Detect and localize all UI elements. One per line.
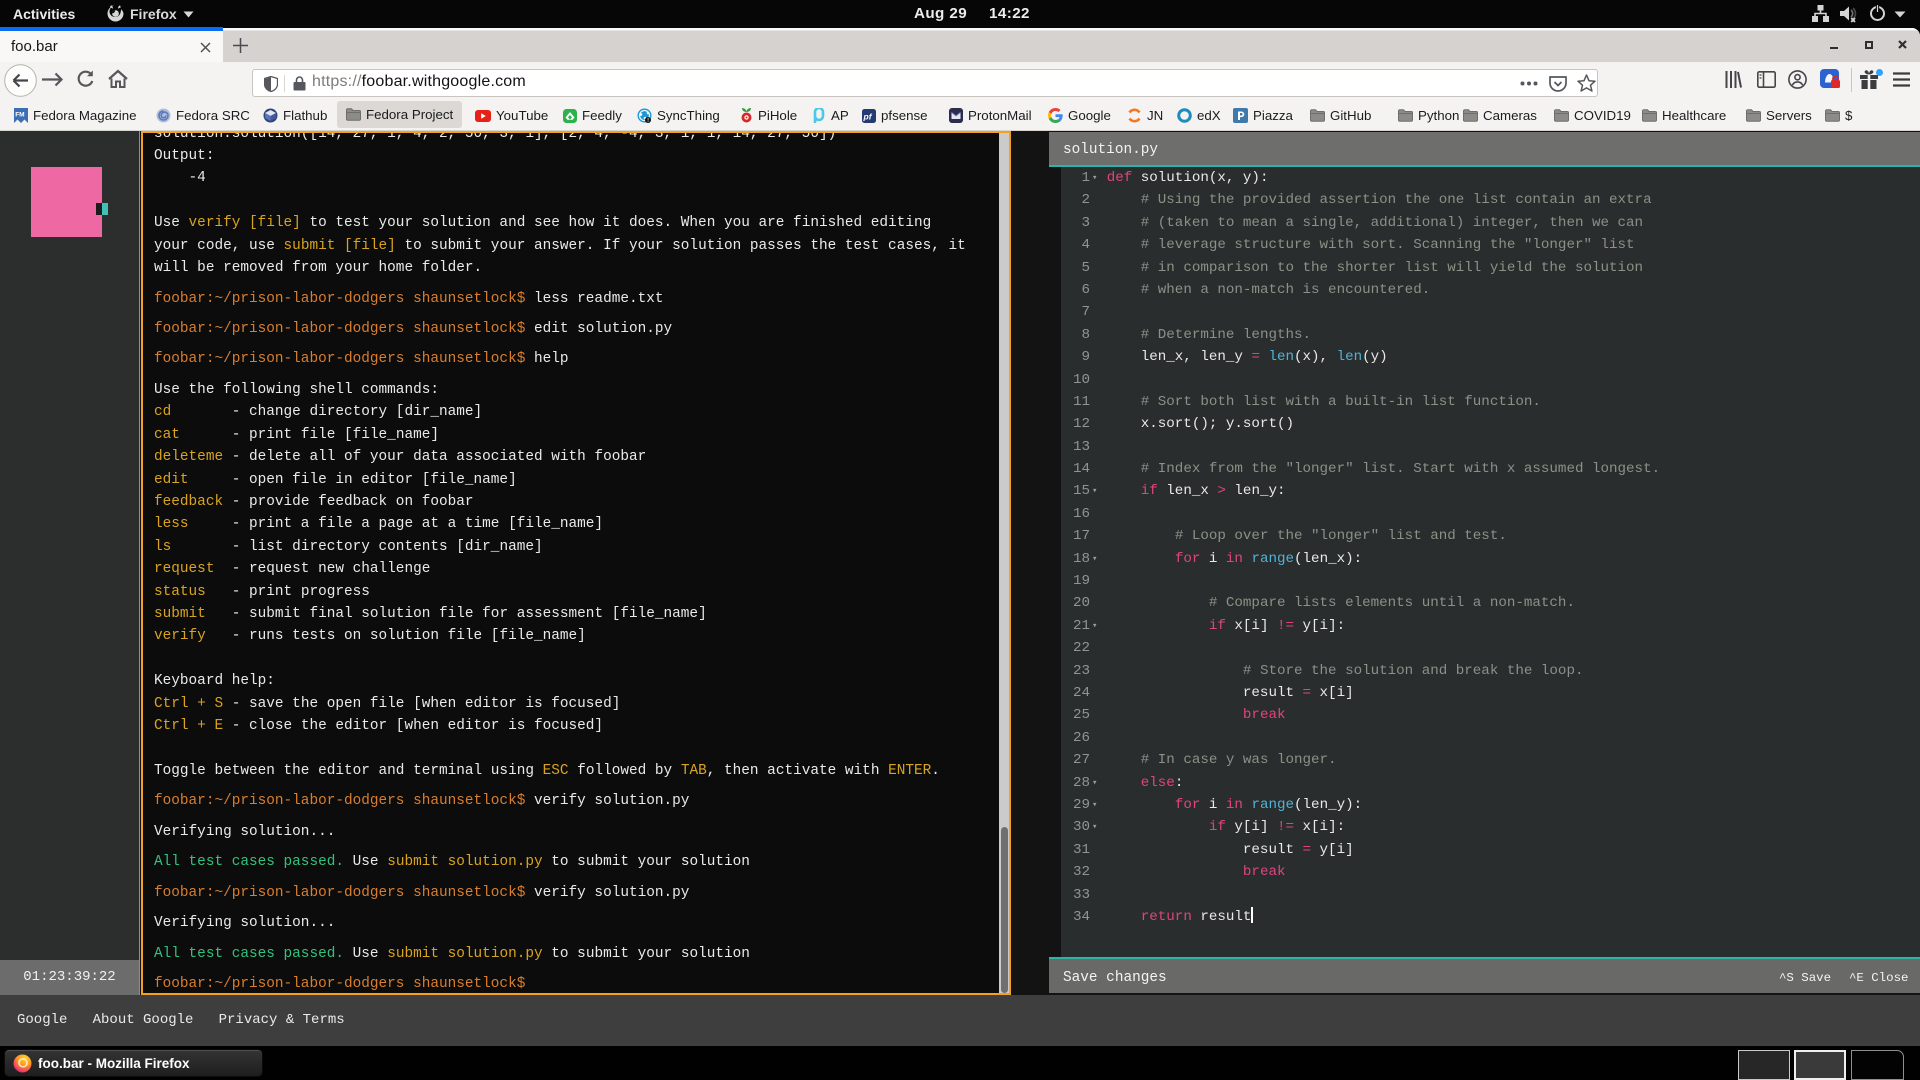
svg-text:pf: pf (863, 111, 873, 121)
svg-text:FM: FM (15, 112, 24, 119)
